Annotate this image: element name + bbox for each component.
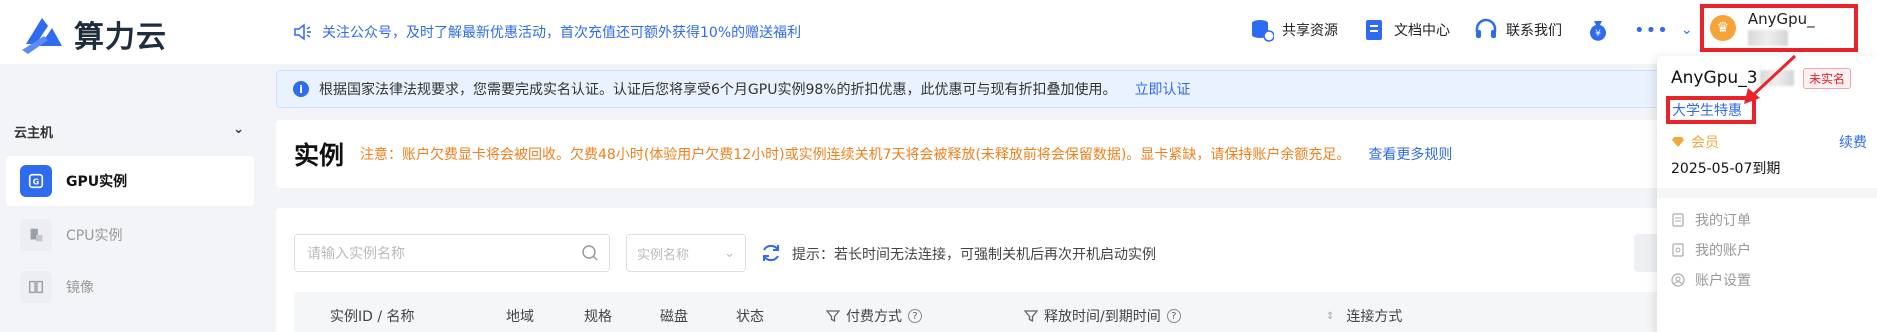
user-settings-icon [1671,273,1685,287]
order-icon [1672,213,1684,227]
sidebar-item-label: CPU实例 [66,228,123,244]
column-header-connection[interactable]: ⇕ 连接方式 [1326,306,1402,326]
logo-mark-icon [22,18,62,54]
contact-us-label: 联系我们 [1506,23,1562,39]
diamond-icon [1672,137,1684,147]
database-share-icon [1252,20,1274,42]
user-dropdown: AnyGpu_3 未实名 大学生特惠 会员 续费 2025-05-07到期 我的… [1657,56,1877,332]
connection-tip: 提示：若长时间无法连接，可强制关机后再次开机启动实例 [792,247,1156,263]
instances-header: 实例 注意：账户欠费显卡将会被回收。欠费48小时(体验用户欠费12小时)或实例连… [276,120,1666,188]
sidebar-item-cpu-instances[interactable]: CPU实例 [6,210,254,260]
column-header-release-time[interactable]: 释放时间/到期时间 ? [1024,306,1181,326]
document-icon [1366,20,1382,40]
filter-icon[interactable] [1024,309,1038,323]
unverified-badge[interactable]: 未实名 [1803,68,1852,89]
search-placeholder: 请输入实例名称 [307,246,405,262]
column-header: 地域 [506,309,534,325]
redacted-text [1759,70,1794,86]
page-title: 实例 [294,141,345,170]
contact-us-link[interactable]: 联系我们 [1474,14,1562,46]
table-header: 实例ID / 名称 地域 规格 磁盘 状态 付费方式 ? 释放时间/到期时间 ?… [294,292,1666,332]
help-icon[interactable]: ? [1166,309,1181,323]
brand-name: 算力云 [74,20,167,55]
money-bag-icon: ¥ [1590,21,1606,41]
column-header: 规格 [584,309,612,325]
search-input[interactable]: 请输入实例名称 [294,234,610,272]
sidebar-item-images[interactable]: 镜像 [6,262,254,312]
sidebar-item-gpu-instances[interactable]: G GPU实例 [6,156,254,206]
user-menu-button[interactable]: ♛ AnyGpu_ [1700,4,1858,52]
warning-text: 注意：账户欠费显卡将会被回收。欠费48小时(体验用户欠费12小时)或实例连续关机… [360,147,1351,163]
student-discount-link[interactable]: 大学生特惠 [1666,96,1756,124]
docs-center-label: 文档中心 [1394,23,1450,39]
menu-item-my-orders[interactable]: 我的订单 [1671,210,1751,230]
sidebar: 云主机 ⌄ G GPU实例 CPU实例 镜像 [0,64,262,332]
column-header: 状态 [736,309,764,325]
menu-item-account-settings[interactable]: 账户设置 [1671,270,1751,290]
sidebar-section-cloud-host[interactable]: 云主机 ⌄ [14,122,244,141]
student-discount-label: 大学生特惠 [1672,103,1742,119]
crown-avatar-icon: ♛ [1710,15,1736,41]
shared-resources-link[interactable]: 共享资源 [1250,14,1338,46]
speaker-icon [294,23,311,41]
svg-text:G: G [33,177,40,187]
chevron-down-icon: ⌄ [233,122,244,137]
sidebar-item-label: GPU实例 [66,174,128,190]
dropdown-user-name: AnyGpu_3 [1671,68,1794,88]
column-header-payment[interactable]: 付费方式 ? [826,306,922,326]
account-icon [1672,243,1684,257]
help-icon[interactable]: ? [908,309,922,323]
search-icon[interactable] [581,244,599,262]
alert-text: 根据国家法律法规要求，您需要完成实名认证。认证后您将享受6个月GPU实例98%的… [319,82,1117,98]
instance-list-card: 请输入实例名称 实例名称 ⌄ 提示：若长时间无法连接，可强制关机后再次开机启动实… [276,208,1674,332]
filter-select[interactable]: 实例名称 ⌄ [626,234,746,272]
top-actions: 共享资源 文档中心 联系我们 ¥ ••• ⌄ [1250,14,1693,46]
sidebar-item-label: 镜像 [66,280,94,296]
chevron-down-icon[interactable]: ⌄ [1681,22,1693,38]
chevron-down-icon: ⌄ [724,245,735,261]
gpu-icon: G [20,165,52,197]
sort-icon[interactable]: ⇕ [1326,311,1334,322]
menu-item-my-account[interactable]: 我的账户 [1671,240,1751,260]
top-header: 算力云 关注公众号，及时了解最新优惠活动，首次充值还可额外获得10%的赠送福利 … [0,0,1877,64]
divider [1657,188,1877,198]
announcement-text: 关注公众号，及时了解最新优惠活动，首次充值还可额外获得10%的赠送福利 [322,25,802,41]
more-rules-link[interactable]: 查看更多规则 [1368,144,1452,164]
sidebar-section-label: 云主机 [14,126,54,141]
membership-row: 会员 续费 [1671,132,1867,152]
shared-resources-label: 共享资源 [1282,23,1338,39]
info-icon: i [293,81,309,97]
refresh-icon[interactable] [760,242,782,264]
headset-icon [1475,18,1497,38]
docs-center-link[interactable]: 文档中心 [1362,14,1450,46]
membership-expiry: 2025-05-07到期 [1671,161,1781,177]
filter-icon[interactable] [826,309,840,323]
verify-now-link[interactable]: 立即认证 [1135,79,1191,99]
brand-logo[interactable]: 算力云 [22,12,167,56]
cpu-icon [20,219,52,251]
svg-text:¥: ¥ [1595,29,1601,39]
wallet-link[interactable]: ¥ [1586,14,1610,46]
user-name: AnyGpu_ [1747,10,1854,46]
membership-label: 会员 [1671,132,1719,152]
redacted-text [1747,29,1788,46]
announcement[interactable]: 关注公众号，及时了解最新优惠活动，首次充值还可额外获得10%的赠送福利 [292,22,801,42]
verification-alert: i 根据国家法律法规要求，您需要完成实名认证。认证后您将享受6个月GPU实例98… [276,70,1666,108]
column-header: 实例ID / 名称 [330,309,415,325]
renew-link[interactable]: 续费 [1839,132,1867,152]
image-icon [20,271,52,303]
column-header: 磁盘 [660,309,688,325]
more-menu-button[interactable]: ••• [1634,20,1669,41]
filter-select-value: 实例名称 [637,247,690,263]
